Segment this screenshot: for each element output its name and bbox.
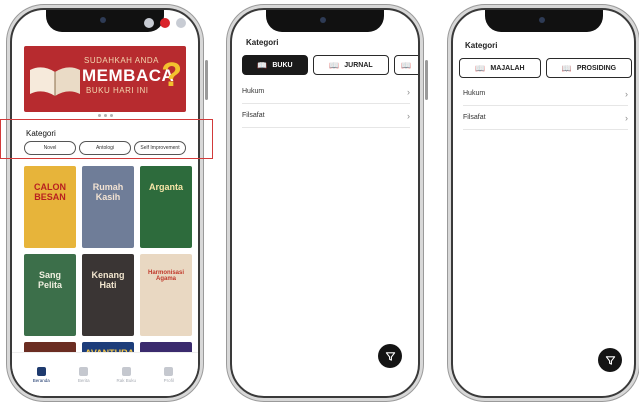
book-title: Rumah Kasih — [92, 182, 124, 202]
camera-dot — [538, 17, 545, 23]
open-book-icon: 📖 — [475, 63, 486, 73]
list-item-label: Hukum — [242, 88, 265, 95]
open-book-icon: 📖 — [257, 60, 268, 70]
camera-dot — [100, 17, 106, 23]
phone-notch — [266, 10, 384, 32]
book-title: Harmonisasi Agama — [147, 270, 184, 282]
book-grid: CALON BESAN Rumah Kasih Arganta Sang Pelita… — [24, 166, 192, 366]
bookshelf-icon — [121, 366, 131, 376]
side-button — [425, 60, 428, 100]
open-book-icon: 📖 — [329, 60, 340, 70]
status-icons — [144, 18, 186, 28]
book-title: Kenang Hati — [91, 270, 125, 290]
chevron-right-icon: › — [625, 88, 628, 99]
nav-label: Rak Buku — [116, 377, 136, 383]
chevron-right-icon: › — [407, 86, 410, 97]
book-title: CALON BESAN — [34, 182, 66, 202]
chevron-right-icon: › — [407, 110, 410, 121]
tab-label: BUKU — [272, 61, 293, 69]
nav-berita[interactable]: Berita — [66, 366, 102, 383]
promo-banner[interactable]: SUDAHKAH ANDA MEMBACA BUKU HARI INI ? — [24, 46, 186, 112]
book-cover[interactable]: Kenang Hati — [82, 254, 134, 336]
nav-label: Beranda — [32, 377, 50, 383]
nav-beranda[interactable]: Beranda — [23, 366, 59, 383]
open-book-icon: 📖 — [401, 60, 411, 70]
tab-label: PROSIDING — [576, 64, 617, 72]
book-cover[interactable]: CALON BESAN — [24, 166, 76, 248]
phone-kategori-screen-1: Kategori 📖 BUKU 📖 JURNAL 📖 Hukum › Filsa… — [230, 8, 420, 398]
phone-home-screen: SUDAHKAH ANDA MEMBACA BUKU HARI INI ? Ka… — [10, 8, 200, 398]
chevron-right-icon: › — [625, 112, 628, 123]
user-icon — [164, 366, 174, 376]
tab-buku[interactable]: 📖 BUKU — [242, 55, 308, 75]
list-item-filsafat[interactable]: Filsafat › — [242, 104, 410, 128]
category-tabs: 📖 BUKU 📖 JURNAL 📖 — [242, 55, 418, 75]
notification-icon[interactable] — [160, 18, 170, 28]
banner-question-mark: ? — [161, 56, 182, 94]
book-cover[interactable]: Rumah Kasih — [82, 166, 134, 248]
book-cover[interactable]: Arganta — [140, 166, 192, 248]
bottom-navigation: Beranda Berita Rak Buku Profil — [12, 352, 198, 396]
kategori-title: Kategori — [465, 41, 498, 50]
book-cover[interactable]: Harmonisasi Agama — [140, 254, 192, 336]
filter-button[interactable] — [598, 348, 622, 372]
tab-majalah[interactable]: 📖 MAJALAH — [459, 58, 541, 78]
side-button — [205, 60, 208, 100]
book-title: Arganta — [148, 182, 183, 192]
nav-profil[interactable]: Profil — [151, 366, 187, 383]
list-item-label: Filsafat — [242, 112, 265, 119]
tab-label: MAJALAH — [490, 64, 525, 72]
phone-notch — [484, 10, 603, 32]
filter-button[interactable] — [378, 344, 402, 368]
phone-kategori-screen-2: Kategori 📖 MAJALAH 📖 PROSIDING Hukum › F… — [451, 8, 636, 398]
filter-icon — [385, 351, 395, 361]
list-item-hukum[interactable]: Hukum › — [242, 80, 410, 104]
kategori-title: Kategori — [246, 38, 279, 47]
list-item-label: Filsafat — [463, 114, 486, 121]
open-book-illustration-icon — [30, 67, 80, 96]
tab-label: JURNAL — [344, 61, 373, 69]
nav-label: Berita — [77, 377, 90, 383]
list-item-filsafat[interactable]: Filsafat › — [463, 106, 628, 130]
tab-jurnal[interactable]: 📖 JURNAL — [313, 55, 389, 75]
status-icon — [144, 18, 154, 28]
tab-next-partial[interactable]: 📖 — [394, 55, 418, 75]
book-cover[interactable]: Sang Pelita — [24, 254, 76, 336]
list-item-label: Hukum — [463, 90, 486, 97]
book-title: Sang Pelita — [37, 270, 62, 290]
open-book-icon: 📖 — [561, 63, 572, 73]
nav-rak-buku[interactable]: Rak Buku — [108, 366, 144, 383]
camera-dot — [320, 17, 326, 23]
news-icon — [79, 366, 89, 376]
nav-label: Profil — [163, 377, 174, 383]
banner-line-3: BUKU HARI INI — [86, 86, 149, 95]
menu-icon[interactable] — [176, 18, 186, 28]
tab-prosiding[interactable]: 📖 PROSIDING — [546, 58, 632, 78]
category-tabs: 📖 MAJALAH 📖 PROSIDING — [459, 58, 632, 78]
kategori-highlight-box — [0, 119, 213, 159]
banner-line-1: SUDAHKAH ANDA — [84, 56, 159, 65]
home-icon — [36, 366, 46, 376]
carousel-dots — [98, 114, 113, 117]
filter-icon — [605, 355, 615, 365]
list-item-hukum[interactable]: Hukum › — [463, 82, 628, 106]
